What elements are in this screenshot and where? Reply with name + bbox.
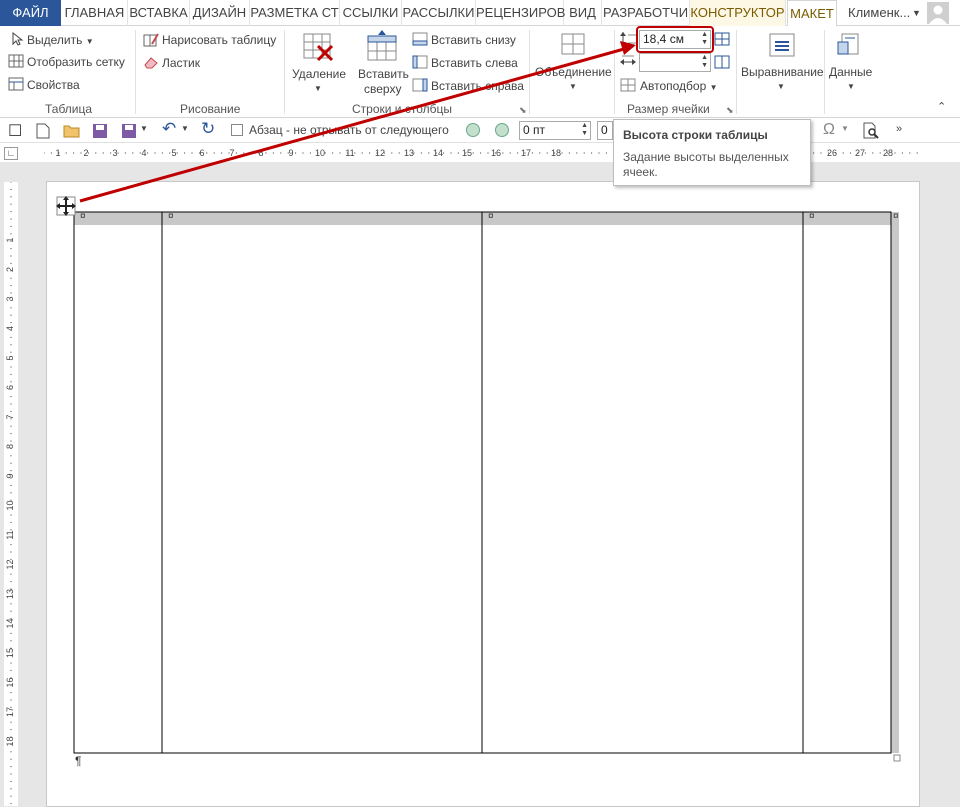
- document-table[interactable]: [0, 0, 960, 807]
- table-move-handle-icon[interactable]: [54, 194, 78, 218]
- paragraph-mark: ¶: [75, 754, 82, 768]
- cell-marker: ¤: [809, 211, 815, 222]
- end-of-row-column: [891, 212, 899, 753]
- cell-marker: ¤: [80, 211, 86, 222]
- cell-marker: ¤: [168, 211, 174, 222]
- tooltip-body: Задание высоты выделенных ячеек.: [623, 150, 789, 179]
- cell-marker: ¤: [488, 211, 494, 222]
- tooltip: Высота строки таблицы Задание высоты выд…: [613, 119, 811, 186]
- tooltip-title: Высота строки таблицы: [623, 128, 768, 142]
- row-end-marker: ¤: [893, 211, 899, 222]
- row-height-highlight: [636, 26, 714, 53]
- table-resize-handle[interactable]: [893, 754, 901, 762]
